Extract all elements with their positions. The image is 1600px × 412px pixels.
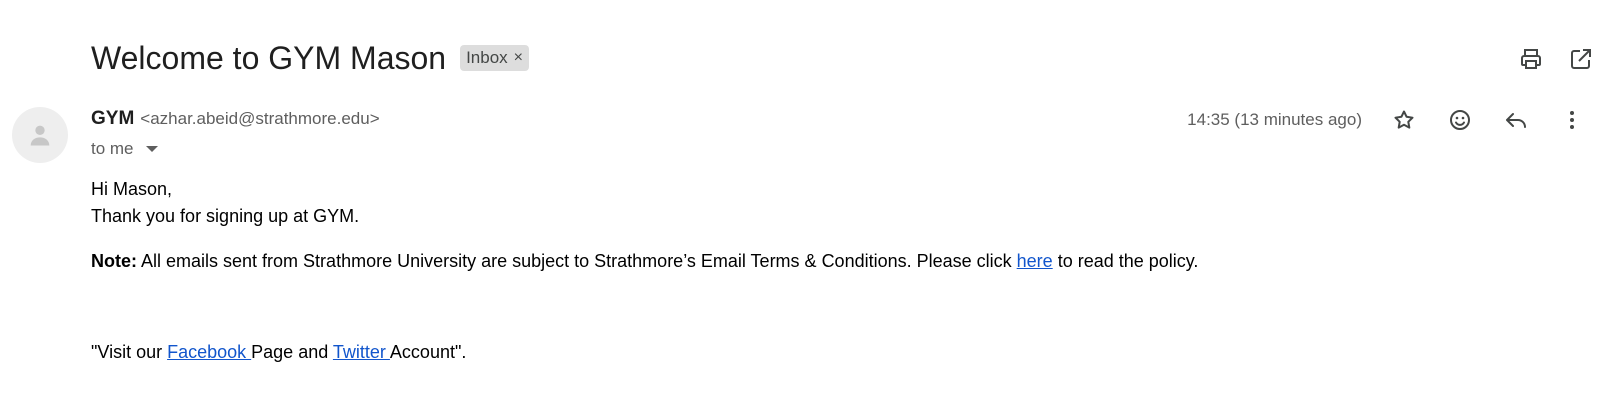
note-label: Note: <box>91 251 137 271</box>
open-in-new-window-icon <box>1571 49 1591 69</box>
recipient-details-toggle[interactable]: to me <box>91 139 158 159</box>
emoji-icon <box>1450 110 1470 130</box>
thank-you-text: Thank you for signing up at GYM. <box>91 206 360 226</box>
sender-email: <azhar.abeid@strathmore.edu> <box>140 109 380 128</box>
greeting-text: Hi Mason, <box>91 179 173 199</box>
message-actions: 14:35 (13 minutes ago) <box>1187 100 1600 140</box>
email-subject: Welcome to GYM Mason <box>91 39 447 76</box>
chevron-down-icon <box>145 146 158 152</box>
facebook-link[interactable]: Facebook <box>167 342 251 362</box>
twitter-link[interactable]: Twitter <box>333 342 390 362</box>
email-body: Hi Mason, Thank you for signing up at GY… <box>91 176 1198 366</box>
recipient-label: to me <box>91 139 134 158</box>
star-button[interactable] <box>1376 100 1432 140</box>
inbox-label-text: Inbox <box>466 48 508 67</box>
social-middle: Page and <box>251 342 333 362</box>
more-vert-icon <box>1570 111 1574 129</box>
message-timestamp: 14:35 (13 minutes ago) <box>1187 110 1362 129</box>
inbox-label-chip[interactable]: Inbox × <box>460 45 530 71</box>
sender-avatar[interactable] <box>12 107 68 163</box>
social-line: "Visit our Facebook Page and Twitter Acc… <box>91 339 1198 366</box>
social-suffix: Account". <box>389 342 467 362</box>
policy-link[interactable]: here <box>1017 251 1053 271</box>
person-icon <box>30 125 50 146</box>
note-text: All emails sent from Strathmore Universi… <box>137 251 1017 271</box>
top-actions <box>1512 40 1600 78</box>
sender-line: GYM <azhar.abeid@strathmore.edu> <box>91 108 380 130</box>
remove-label-icon[interactable]: × <box>514 49 523 67</box>
reply-icon <box>1506 113 1526 128</box>
note-text-end: to read the policy. <box>1052 251 1199 271</box>
sender-name[interactable]: GYM <box>91 108 134 130</box>
reply-button[interactable] <box>1488 100 1544 140</box>
print-icon <box>1521 49 1541 69</box>
star-icon <box>1394 110 1414 129</box>
more-options-button[interactable] <box>1544 100 1600 140</box>
subject-row: Welcome to GYM Mason Inbox × <box>91 36 530 80</box>
open-in-new-window-button[interactable] <box>1562 40 1600 78</box>
print-button[interactable] <box>1512 40 1550 78</box>
add-reaction-button[interactable] <box>1432 100 1488 140</box>
social-prefix: "Visit our <box>91 342 168 362</box>
policy-note: Note: All emails sent from Strathmore Un… <box>91 248 1198 275</box>
